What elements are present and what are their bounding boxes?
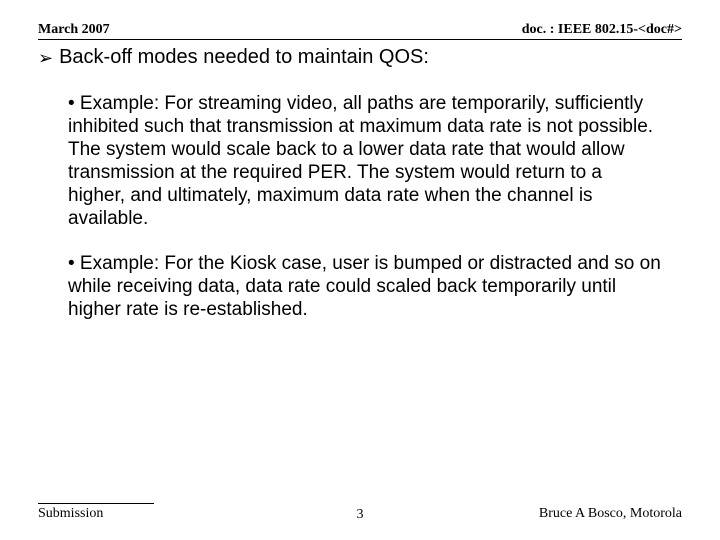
heading-text: Back-off modes needed to maintain QOS:: [59, 46, 429, 68]
header-date: March 2007: [38, 22, 110, 38]
slide-page: March 2007 doc. : IEEE 802.15-<doc#> ➢ B…: [0, 0, 720, 540]
example-paragraph-1: • Example: For streaming video, all path…: [68, 92, 662, 230]
body-block: • Example: For streaming video, all path…: [38, 92, 682, 321]
example-paragraph-2: • Example: For the Kiosk case, user is b…: [68, 252, 662, 321]
header-docref: doc. : IEEE 802.15-<doc#>: [522, 22, 682, 38]
content-area: ➢ Back-off modes needed to maintain QOS:…: [38, 46, 682, 321]
footer-row: Submission 3 Bruce A Bosco, Motorola: [38, 506, 682, 522]
footer-page-number: 3: [38, 507, 682, 523]
arrow-icon: ➢: [38, 47, 53, 69]
footer-rule: [38, 503, 154, 504]
header-row: March 2007 doc. : IEEE 802.15-<doc#>: [38, 22, 682, 40]
footer: Submission 3 Bruce A Bosco, Motorola: [38, 503, 682, 522]
heading-bullet: ➢ Back-off modes needed to maintain QOS:: [38, 46, 682, 68]
